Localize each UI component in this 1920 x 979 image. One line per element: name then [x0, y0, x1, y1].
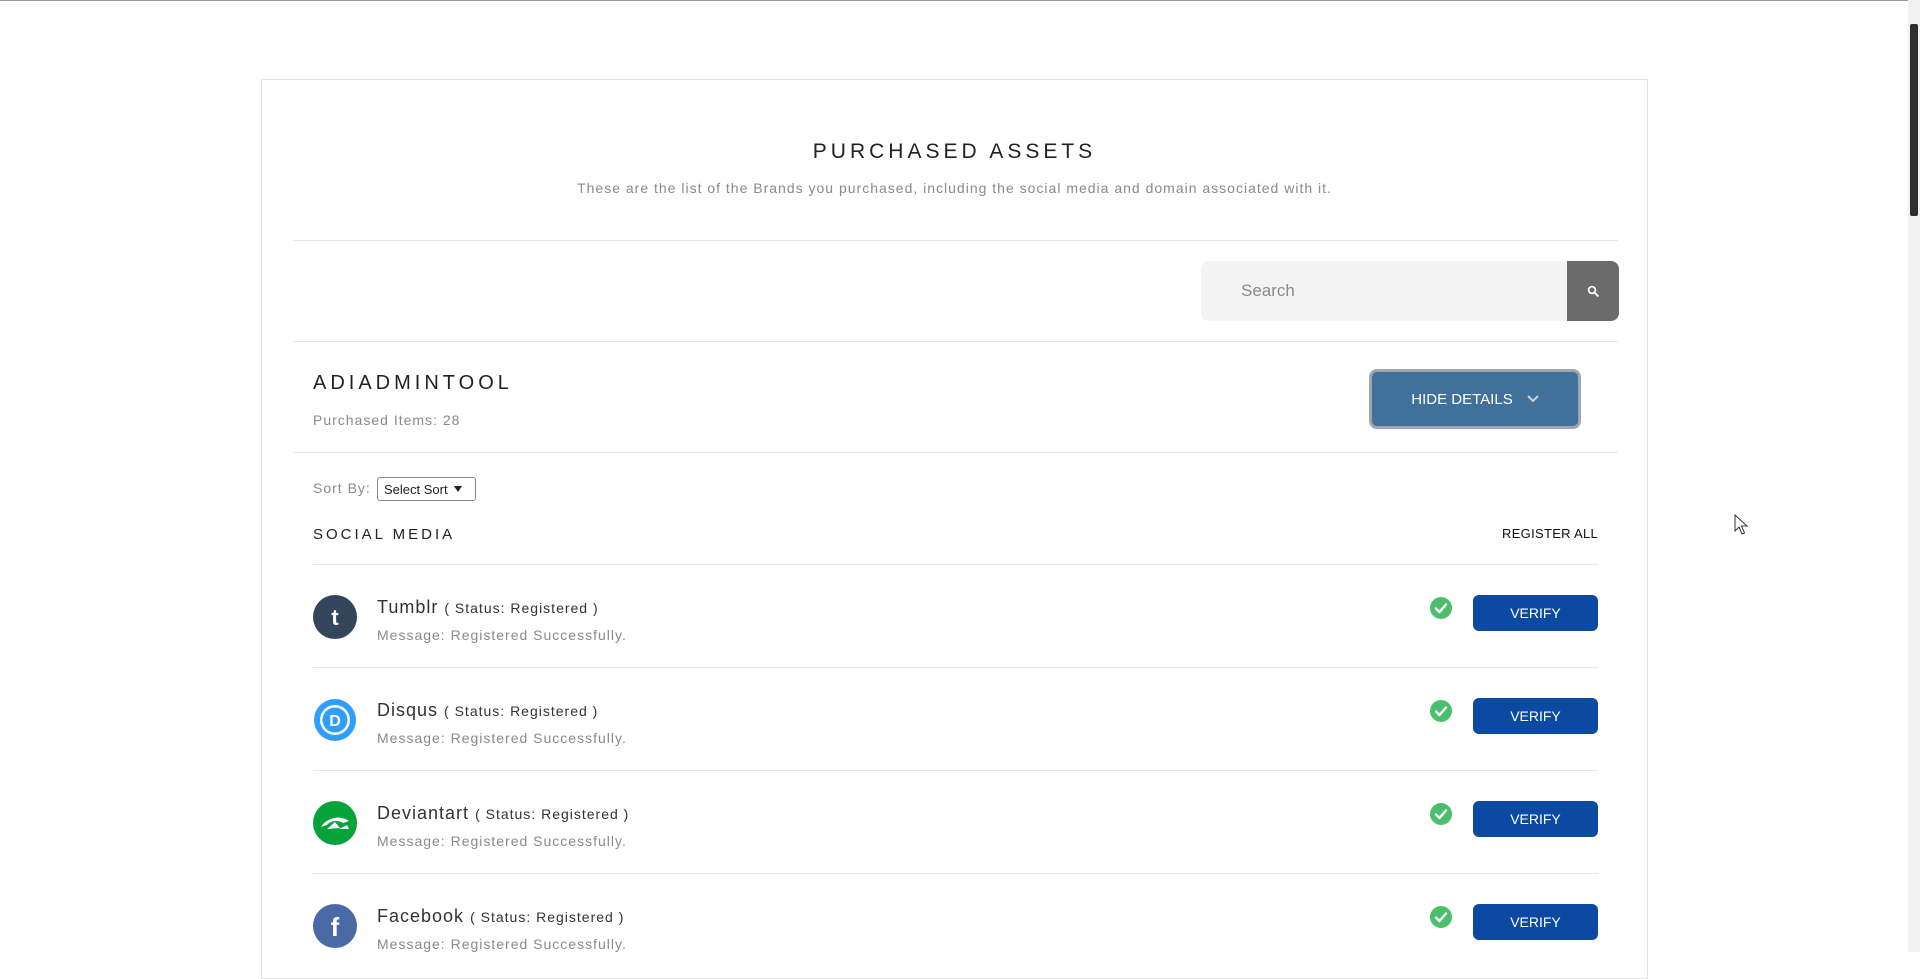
- item-title: Disqus ( Status: Registered ): [377, 700, 598, 721]
- verify-button[interactable]: VERIFY: [1473, 698, 1598, 734]
- search-button[interactable]: [1567, 261, 1619, 321]
- check-circle-icon: [1430, 803, 1452, 825]
- list-item: f Facebook ( Status: Registered ) Messag…: [313, 873, 1598, 976]
- mouse-cursor-icon: [1734, 514, 1748, 535]
- hide-details-label: HIDE DETAILS: [1411, 390, 1513, 408]
- register-all-button[interactable]: REGISTER ALL: [1502, 526, 1598, 541]
- tumblr-icon: t: [313, 595, 357, 639]
- divider: [293, 240, 1618, 241]
- sort-selected-value: Select Sort: [384, 481, 448, 497]
- top-border: [0, 0, 1908, 1]
- item-name: Facebook: [377, 906, 465, 926]
- list-item: D Disqus ( Status: Registered ) Message:…: [313, 667, 1598, 770]
- chevron-down-icon: [1526, 395, 1539, 403]
- list-item: Deviantart ( Status: Registered ) Messag…: [313, 770, 1598, 873]
- list-item: t Tumblr ( Status: Registered ) Message:…: [313, 564, 1598, 667]
- search-icon: [1587, 285, 1599, 297]
- page-subtitle: These are the list of the Brands you pur…: [577, 180, 1332, 196]
- verify-button[interactable]: VERIFY: [1473, 801, 1598, 837]
- divider: [293, 452, 1618, 453]
- scrollbar-thumb[interactable]: [1910, 24, 1918, 216]
- search-input[interactable]: [1201, 261, 1567, 321]
- svg-text:t: t: [331, 605, 339, 630]
- item-name: Deviantart: [377, 803, 470, 823]
- divider: [293, 341, 1618, 342]
- purchased-items-count: Purchased Items: 28: [313, 412, 461, 428]
- page-title: PURCHASED ASSETS: [812, 140, 1097, 163]
- item-message: Message: Registered Successfully.: [377, 833, 627, 849]
- item-message: Message: Registered Successfully.: [377, 936, 627, 952]
- verify-button[interactable]: VERIFY: [1473, 595, 1598, 631]
- hide-details-button[interactable]: HIDE DETAILS: [1369, 369, 1581, 429]
- item-message: Message: Registered Successfully.: [377, 627, 627, 643]
- item-title: Facebook ( Status: Registered ): [377, 906, 624, 927]
- page-scrollbar[interactable]: [1908, 0, 1920, 952]
- facebook-icon: f: [313, 904, 357, 948]
- check-circle-icon: [1430, 906, 1452, 928]
- item-status: ( Status: Registered ): [475, 806, 630, 822]
- item-status: ( Status: Registered ): [444, 600, 599, 616]
- purchased-assets-card: PURCHASED ASSETS These are the list of t…: [261, 79, 1648, 979]
- sort-select[interactable]: Select Sort: [377, 477, 476, 501]
- brand-name: ADIADMINTOOL: [313, 372, 513, 394]
- disqus-icon: D: [313, 698, 357, 742]
- check-circle-icon: [1430, 597, 1452, 619]
- item-name: Disqus: [377, 700, 439, 720]
- check-circle-icon: [1430, 700, 1452, 722]
- caret-down-icon: [453, 486, 462, 492]
- svg-text:f: f: [331, 912, 340, 942]
- item-message: Message: Registered Successfully.: [377, 730, 627, 746]
- deviantart-icon: [313, 801, 357, 845]
- verify-button[interactable]: VERIFY: [1473, 904, 1598, 940]
- item-status: ( Status: Registered ): [470, 909, 625, 925]
- item-name: Tumblr: [377, 597, 439, 617]
- item-title: Deviantart ( Status: Registered ): [377, 803, 629, 824]
- item-title: Tumblr ( Status: Registered ): [377, 597, 599, 618]
- svg-text:D: D: [329, 713, 341, 730]
- sort-by-label: Sort By:: [313, 480, 371, 496]
- search-bar: [1201, 261, 1619, 321]
- social-media-title: SOCIAL MEDIA: [313, 526, 456, 543]
- item-status: ( Status: Registered ): [444, 703, 599, 719]
